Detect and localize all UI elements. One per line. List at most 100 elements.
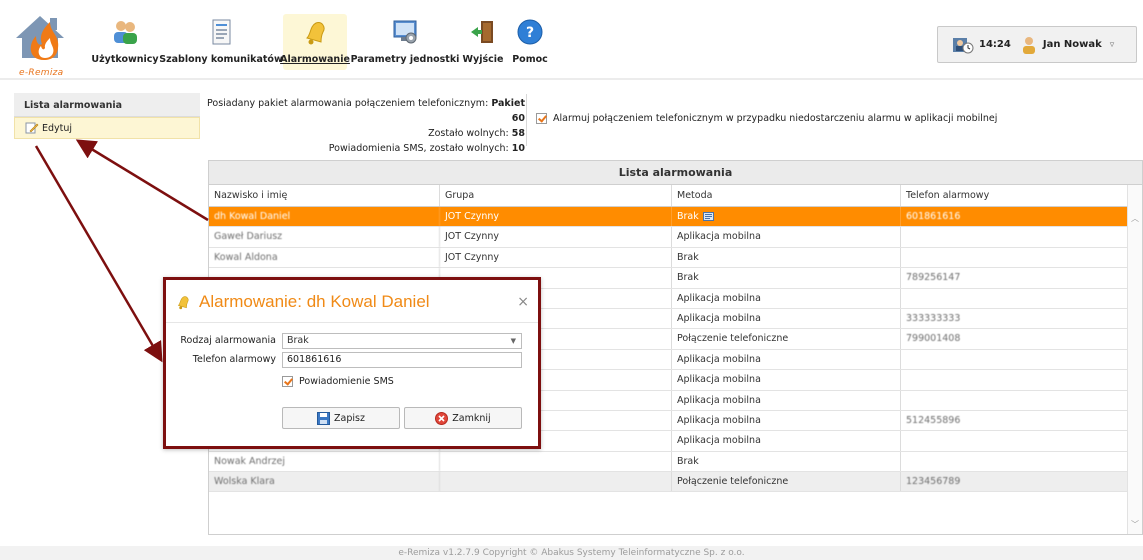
cell-method: Aplikacja mobilna <box>672 431 901 451</box>
cell-method: Aplikacja mobilna <box>672 410 901 431</box>
mobile-fallback-checkbox[interactable] <box>536 113 547 124</box>
scroll-down-icon[interactable]: ﹀ <box>1131 519 1139 530</box>
table-header: Nazwisko i imię Grupa Metoda Telefon ala… <box>209 185 1142 207</box>
arrow-row-to-edit <box>75 139 209 222</box>
cell-phone <box>901 289 1129 308</box>
mobile-fallback-checkbox-row[interactable]: Alarmuj połączeniem telefonicznym w przy… <box>536 113 997 124</box>
cell-method: Brak <box>672 268 901 288</box>
cell-group: JOT Czynny <box>440 227 672 247</box>
sms-value: 10 <box>511 143 525 154</box>
close-icon <box>435 411 449 425</box>
cell-method: Aplikacja mobilna <box>672 227 901 247</box>
top-toolbar: e-Remiza Użytkownicy Szablony komunikató… <box>0 0 1143 80</box>
clock-time: 14:24 <box>979 39 1011 50</box>
cell-phone <box>901 350 1129 369</box>
table-row[interactable]: Nowak Andrzej Brak <box>209 451 1142 473</box>
table-row[interactable]: Kowal Aldona JOT Czynny Brak <box>209 247 1142 269</box>
package-value: Pakiet 60 <box>491 98 525 124</box>
column-header-phone[interactable]: Telefon alarmowy <box>901 185 1129 206</box>
footer: e-Remiza v1.2.7.9 Copyright © Abakus Sys… <box>0 546 1143 560</box>
alarm-edit-dialog: Alarmowanie: dh Kowal Daniel × Rodzaj al… <box>163 277 541 449</box>
cell-phone: 512455896 <box>906 414 961 426</box>
document-icon <box>212 19 231 45</box>
cell-name: Wolska Klara <box>209 472 440 492</box>
logo-icon: e-Remiza <box>10 8 78 78</box>
package-info: Posiadany pakiet alarmowania połączeniem… <box>205 96 525 156</box>
dialog-title: Alarmowanie: dh Kowal Daniel <box>175 292 430 312</box>
user-clock-icon <box>953 37 974 53</box>
cell-name: Nowak Andrzej <box>209 451 440 472</box>
save-button[interactable]: Zapisz <box>282 407 400 429</box>
nav-users-button[interactable]: Użytkownicy <box>91 14 159 70</box>
cell-phone <box>901 370 1129 389</box>
cell-group <box>440 472 672 492</box>
free-value: 58 <box>511 128 525 139</box>
dropdown-arrow-icon: ▼ <box>510 337 516 345</box>
scroll-up-icon[interactable]: ︿ <box>1131 213 1139 224</box>
cell-method: Połączenie telefoniczne <box>672 329 901 349</box>
alarm-phone-input[interactable]: 601861616 <box>282 352 522 368</box>
close-button[interactable]: Zamknij <box>404 407 522 429</box>
users-icon <box>114 21 137 44</box>
message-icon <box>702 212 714 221</box>
cell-method: Aplikacja mobilna <box>672 288 901 308</box>
save-icon <box>317 411 331 425</box>
cell-phone <box>901 431 1129 450</box>
column-header-name[interactable]: Nazwisko i imię <box>209 185 440 206</box>
nav-templates-button[interactable]: Szablony komunikatów <box>159 14 283 70</box>
package-line: Posiadany pakiet alarmowania połączeniem… <box>207 98 525 124</box>
dialog-close-icon[interactable]: × <box>517 295 529 309</box>
edit-button[interactable]: Edytuj <box>14 117 200 139</box>
unit-settings-icon <box>393 20 417 44</box>
edit-icon <box>25 122 39 134</box>
cell-name: dh Kowal Daniel <box>209 207 440 227</box>
user-name: Jan Nowak <box>1042 39 1102 50</box>
cell-method: Aplikacja mobilna <box>672 308 901 329</box>
left-panel-title: Lista alarmowania <box>14 93 200 117</box>
column-header-method[interactable]: Metoda <box>672 185 901 206</box>
cell-method: Brak <box>672 247 901 268</box>
free-line: Zostało wolnych: 58 <box>428 128 525 139</box>
cell-method: Brak <box>672 207 901 227</box>
cell-phone <box>901 227 1129 246</box>
cell-group: JOT Czynny <box>440 247 672 268</box>
alarm-phone-label: Telefon alarmowy <box>192 354 276 365</box>
table-row[interactable]: dh Kowal Daniel JOT Czynny Brak 601861616 <box>209 207 1142 228</box>
logo-text: e-Remiza <box>19 68 64 78</box>
sms-notification-checkbox[interactable] <box>282 376 293 387</box>
table-row[interactable]: Wolska Klara Połączenie telefoniczne 12345… <box>209 472 1142 493</box>
chevron-down-icon: ▿ <box>1109 39 1115 50</box>
exit-door-icon <box>471 21 493 43</box>
cell-method: Połączenie telefoniczne <box>672 472 901 492</box>
edit-label: Edytuj <box>42 122 73 134</box>
vertical-scrollbar[interactable]: ︿ ﹀ <box>1127 185 1142 534</box>
left-panel: Lista alarmowania Edytuj <box>14 93 200 139</box>
bell-icon <box>306 22 325 45</box>
svg-text:?: ? <box>526 25 534 41</box>
help-icon: ? <box>517 19 543 45</box>
cell-phone <box>901 391 1129 410</box>
table-row[interactable]: Gaweł Dariusz JOT Czynny Aplikacja mobilna <box>209 227 1142 248</box>
sms-line: Powiadomienia SMS, zostało wolnych: 10 <box>328 143 525 154</box>
cell-phone: 601861616 <box>906 211 961 222</box>
nav-unit-settings-button[interactable]: Parametry jednostki <box>351 14 459 70</box>
cell-method: Aplikacja mobilna <box>672 390 901 410</box>
user-icon <box>1022 36 1035 54</box>
cell-group: JOT Czynny <box>440 207 672 227</box>
sms-notification-row[interactable]: Powiadomienie SMS <box>282 376 394 387</box>
cell-group <box>440 451 672 472</box>
info-divider <box>526 94 527 146</box>
dialog-divider <box>166 322 538 323</box>
cell-phone: 123456789 <box>906 476 961 488</box>
cell-method: Aplikacja mobilna <box>672 370 901 390</box>
nav-exit-button[interactable]: Wyjście <box>460 14 506 70</box>
column-header-group[interactable]: Grupa <box>440 185 672 206</box>
nav-help-button[interactable]: ? Pomoc <box>510 14 550 70</box>
alarm-type-select[interactable]: Brak ▼ <box>282 333 522 349</box>
nav-alarm-button[interactable]: Alarmowanie <box>280 14 350 70</box>
cell-name: Kowal Aldona <box>209 247 440 268</box>
arrow-edit-to-dialog <box>34 145 163 363</box>
cell-phone: 789256147 <box>906 272 961 284</box>
user-menu[interactable]: 14:24 Jan Nowak ▿ <box>937 26 1137 63</box>
cell-phone <box>901 248 1129 267</box>
